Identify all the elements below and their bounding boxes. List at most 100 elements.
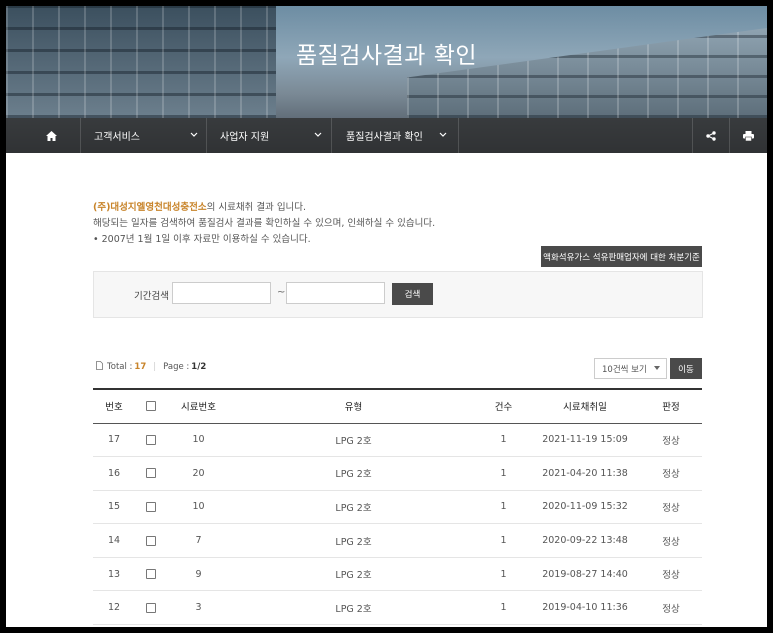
row-sample-date: 2019-04-10 11:36	[542, 602, 628, 614]
header-sample-number: 시료번호	[181, 402, 216, 414]
row-number: 17	[107, 434, 121, 446]
row-count: 1	[500, 535, 507, 547]
row-select	[135, 591, 167, 625]
nav-item-label: 품질검사결과 확인	[346, 132, 423, 143]
row-count: 1	[500, 434, 507, 446]
page-size-select[interactable]: 10건씩 보기	[594, 358, 667, 379]
disposition-criteria-button[interactable]: 액화석유가스 석유판매업자에 대한 처분기준	[541, 246, 702, 267]
header-select-all	[135, 389, 167, 423]
browser-page: 품질검사결과 확인 고객서비스 사업자 지원 품질검사결과 확인 (주)대성지엘…	[6, 6, 767, 627]
nav-item-label: 고객서비스	[94, 132, 140, 143]
intro-line-1: (주)대성지엘영천대성충전소의 시료채취 결과 입니다.	[93, 200, 435, 216]
row-result: 정상	[662, 502, 680, 514]
row-sample-number: 10	[192, 501, 205, 513]
row-sample-date: 2021-04-20 11:38	[542, 467, 628, 479]
row-type: LPG 2호	[335, 603, 372, 615]
nav-divider	[729, 118, 730, 153]
row-number: 15	[107, 501, 121, 513]
search-button[interactable]: 검색	[392, 283, 433, 305]
row-sample-number: 9	[195, 568, 202, 580]
nav-divider	[206, 118, 207, 153]
row-type: LPG 2호	[335, 570, 372, 582]
row-result: 정상	[662, 603, 680, 615]
row-select	[135, 423, 167, 457]
table-row[interactable]: 12 3 LPG 2호 1 2019-04-10 11:36 정상	[93, 591, 702, 625]
home-button[interactable]	[46, 118, 62, 153]
row-checkbox[interactable]	[146, 535, 156, 546]
header-type: 유형	[344, 402, 363, 414]
table-header-row: 번호 시료번호 유형 건수 시료채취일 판정	[93, 389, 702, 423]
row-sample-date: 2019-08-27 14:40	[542, 568, 628, 580]
chevron-down-icon	[314, 132, 322, 138]
row-sample-date: 2020-09-22 13:48	[542, 535, 628, 547]
row-checkbox[interactable]	[146, 569, 156, 580]
row-number: 12	[107, 602, 121, 614]
row-count: 1	[500, 568, 507, 580]
caret-down-icon	[654, 366, 660, 370]
row-result: 정상	[662, 469, 680, 481]
row-type: LPG 2호	[335, 435, 372, 447]
row-sample-number: 7	[195, 535, 202, 547]
row-checkbox[interactable]	[146, 434, 156, 445]
select-all-checkbox[interactable]	[146, 401, 156, 412]
page-title: 품질검사결과 확인	[295, 43, 478, 69]
row-number: 16	[107, 467, 121, 479]
list-meta: Total : 17 | Page : 1/2	[96, 361, 206, 373]
table-row[interactable]: 14 7 LPG 2호 1 2020-09-22 13:48 정상	[93, 524, 702, 558]
row-checkbox[interactable]	[146, 602, 156, 613]
organization-name: (주)대성지엘영천대성충전소	[93, 202, 207, 213]
nav-item-quality-results[interactable]: 품질검사결과 확인	[346, 118, 456, 153]
date-search-label: 기간검색	[134, 291, 169, 302]
share-icon	[706, 130, 716, 141]
header-sample-date: 시료채취일	[563, 402, 607, 414]
row-select	[135, 490, 167, 524]
nav-divider	[331, 118, 332, 153]
share-button[interactable]	[706, 118, 718, 153]
nav-divider	[458, 118, 459, 153]
total-label: Total :	[107, 362, 133, 372]
intro-line-1-text: 의 시료채취 결과 입니다.	[206, 202, 307, 213]
row-type: LPG 2호	[335, 536, 372, 548]
breadcrumb-nav: 고객서비스 사업자 지원 품질검사결과 확인	[6, 118, 767, 153]
row-type: LPG 2호	[335, 469, 372, 481]
nav-item-business-support[interactable]: 사업자 지원	[220, 118, 330, 153]
row-sample-date: 2020-11-09 15:32	[542, 501, 628, 513]
main-content: (주)대성지엘영천대성충전소의 시료채취 결과 입니다. 해당되는 일자를 검색…	[6, 153, 767, 627]
row-result: 정상	[662, 570, 680, 582]
print-icon	[743, 130, 754, 141]
row-count: 1	[500, 467, 507, 479]
header-count: 건수	[494, 402, 513, 414]
chevron-down-icon	[190, 132, 198, 138]
row-checkbox[interactable]	[146, 501, 156, 512]
chevron-down-icon	[439, 132, 447, 138]
row-select	[135, 457, 167, 491]
go-button[interactable]: 이동	[670, 358, 702, 379]
table-row[interactable]: 17 10 LPG 2호 1 2021-11-19 15:09 정상	[93, 423, 702, 457]
table-row[interactable]: 13 9 LPG 2호 1 2019-08-27 14:40 정상	[93, 557, 702, 591]
file-icon	[96, 361, 103, 373]
intro-text: (주)대성지엘영천대성충전소의 시료채취 결과 입니다. 해당되는 일자를 검색…	[93, 200, 435, 248]
print-button[interactable]	[743, 118, 755, 153]
intro-line-3: • 2007년 1월 1일 이후 자료만 이용하실 수 있습니다.	[93, 234, 311, 245]
results-table: 번호 시료번호 유형 건수 시료채취일 판정 17 10 LPG 2호 1 20…	[93, 388, 702, 625]
table-row[interactable]: 16 20 LPG 2호 1 2021-04-20 11:38 정상	[93, 457, 702, 491]
nav-divider	[692, 118, 693, 153]
row-sample-date: 2021-11-19 15:09	[542, 434, 628, 446]
header-result: 판정	[662, 402, 680, 414]
total-count: 17	[134, 362, 147, 372]
page-label: Page :	[163, 362, 190, 372]
nav-item-customer-service[interactable]: 고객서비스	[94, 118, 204, 153]
row-type: LPG 2호	[335, 502, 372, 514]
nav-item-label: 사업자 지원	[220, 132, 270, 143]
table-row[interactable]: 15 10 LPG 2호 1 2020-11-09 15:32 정상	[93, 490, 702, 524]
row-checkbox[interactable]	[146, 468, 156, 479]
row-sample-number: 3	[195, 602, 202, 614]
home-icon	[46, 130, 57, 141]
range-separator: ~	[277, 287, 286, 298]
date-search-panel: 기간검색 ~ 검색	[93, 271, 703, 318]
start-date-input[interactable]	[172, 282, 271, 304]
row-count: 1	[500, 602, 507, 614]
end-date-input[interactable]	[286, 282, 385, 304]
meta-divider: |	[153, 362, 157, 372]
hero-banner: 품질검사결과 확인 고객서비스 사업자 지원 품질검사결과 확인	[6, 6, 767, 153]
